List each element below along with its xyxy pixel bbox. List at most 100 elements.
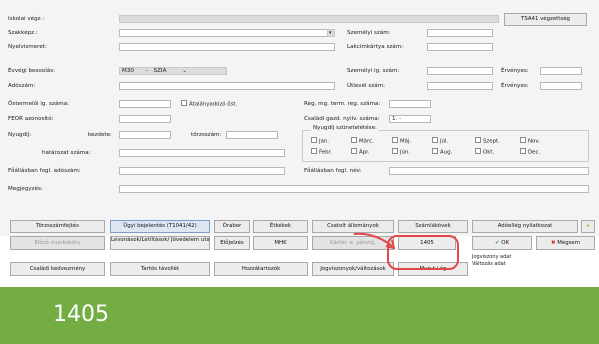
label-foallas-nev: Főállásban fogl. név: — [304, 168, 362, 174]
ervenyes-1-field[interactable] — [540, 67, 582, 75]
label-szemelyi-ig: Személyi ig. szám: — [347, 68, 400, 74]
label-nyugdij: Nyugdíj: — [8, 132, 32, 138]
month-checkbox[interactable]: Júl. — [432, 137, 448, 146]
iskolai-vegz-field[interactable] — [119, 15, 499, 23]
checkbox-box — [311, 137, 317, 143]
elojelzes-button[interactable]: Előjelzés — [214, 236, 250, 250]
torzsszamfejtes-button[interactable]: Törzsszámfejtés — [10, 220, 105, 233]
hatarozat-szama-field[interactable] — [119, 149, 285, 157]
month-checkbox[interactable]: Jan. — [311, 137, 329, 146]
month-checkbox[interactable]: Okt. — [475, 148, 494, 157]
label-csaladi-gazd: Családi gazd. nyilv. száma: — [304, 116, 380, 122]
szemelyi-szam-field[interactable] — [427, 29, 493, 37]
megjegyzes-field[interactable] — [119, 185, 589, 193]
nyugdij-szuneteltetes-title: Nyugdíj szünetelétése: — [311, 124, 379, 132]
label-ostermeloi-ig: Őstermelői ig. száma: — [8, 101, 70, 107]
besorolas-sep: - — [145, 68, 148, 74]
employee-form: Iskolai végz.: TSA41 végzettség Szakképz… — [0, 0, 599, 236]
feor-field[interactable] — [119, 115, 171, 123]
label-szemelyi-szam: Személyi szám: — [347, 30, 391, 36]
hozzatartozok-button[interactable]: Hozzátartozók — [214, 262, 308, 276]
szakkepz-dropdown-icon[interactable]: ▾ — [327, 29, 335, 37]
label-reg-mg-term: Reg. mg. term. reg. száma: — [304, 101, 381, 107]
foallas-adoszam-field[interactable] — [119, 167, 285, 175]
month-label: Máj. — [400, 138, 412, 145]
label-torzsszam: törzsszám: — [191, 132, 222, 138]
adoelleg-nyilatkozat-button[interactable]: Adóellég nyilatkozat — [472, 220, 578, 233]
month-label: Júl. — [440, 138, 449, 145]
megsem-button[interactable]: ✖ Mégsem — [536, 236, 595, 250]
label-megjegyzes: Megjegyzés: — [8, 186, 43, 192]
arrow-icon — [353, 232, 396, 250]
month-checkbox[interactable]: Márc. — [351, 137, 374, 146]
jogviszony-adat-note: Jogviszony adat — [472, 254, 512, 260]
adoszam-field[interactable] — [119, 82, 335, 90]
atalanyadozo-checkbox[interactable]: Átalányadózó őst. — [181, 100, 237, 109]
month-label: Szept. — [483, 138, 500, 145]
checkbox-box — [520, 137, 526, 143]
csaladi-gazd-field[interactable]: 1. - — [389, 115, 431, 123]
valtozas-adat-note: Változás adat — [472, 261, 506, 267]
lakcimkartya-field[interactable] — [427, 43, 493, 51]
label-evvegi-besorolas: Évvégi besoolás: — [8, 68, 56, 74]
checkbox-box — [432, 148, 438, 154]
ervenyes-2-field[interactable] — [540, 82, 582, 90]
add-button[interactable]: + — [581, 220, 595, 233]
csaladi-kedvezmeny-button[interactable]: Családi kedvezmény — [10, 262, 105, 276]
atalanyadozo-label: Átalányadózó őst. — [189, 101, 238, 108]
ugyi-bejelentes-button[interactable]: Ügyi bejelentés (T1041/42) — [110, 220, 210, 233]
ostermeloi-ig-field[interactable] — [119, 100, 171, 108]
jogviszonyok-button[interactable]: Jogviszonyok/változások — [312, 262, 394, 276]
reg-mg-term-field[interactable] — [389, 100, 431, 108]
month-label: Márc. — [359, 138, 374, 145]
checkbox-box — [475, 137, 481, 143]
close-icon: ✖ — [550, 240, 556, 246]
month-checkbox[interactable]: Szept. — [475, 137, 500, 146]
month-checkbox[interactable]: Dec. — [520, 148, 540, 157]
foallas-nev-field[interactable] — [389, 167, 589, 175]
month-checkbox[interactable]: Ápr. — [351, 148, 370, 157]
label-utlevel: Útlevél szám: — [347, 83, 385, 89]
tsa41-vegzettseg-button[interactable]: TSA41 végzettség — [504, 13, 587, 26]
checkbox-box — [475, 148, 481, 154]
kezdete-field[interactable] — [119, 131, 171, 139]
month-label: Jan. — [319, 138, 330, 145]
oraber-button[interactable]: Óraber — [214, 220, 250, 233]
torzsszam-field[interactable] — [226, 131, 278, 139]
month-label: Okt. — [483, 149, 495, 156]
month-label: Ápr. — [359, 149, 370, 156]
ok-label: OK — [501, 240, 510, 246]
nyelvismeret-field[interactable] — [119, 43, 335, 51]
checkbox-box — [351, 148, 357, 154]
month-checkbox[interactable]: Febr. — [311, 148, 332, 157]
szemelyi-ig-field[interactable] — [427, 67, 493, 75]
elozo-munkakory-button[interactable]: Előző munkaköry — [10, 236, 105, 250]
month-checkbox[interactable]: Nov. — [520, 137, 540, 146]
tartos-tavollet-button[interactable]: Tartós távollét — [110, 262, 210, 276]
label-feor: FEOR azonosító: — [8, 116, 54, 122]
month-checkbox[interactable]: Máj. — [392, 137, 411, 146]
etkekek-button[interactable]: Étkékek — [253, 220, 308, 233]
ok-button[interactable]: ✔ OK — [472, 236, 532, 250]
footer-number: 1405 — [53, 302, 109, 327]
checkbox-box — [392, 148, 398, 154]
besorolas-code1: M30 — [122, 68, 134, 74]
besorolas-select[interactable]: M30 - SZIA ⌄ — [119, 67, 227, 75]
mhk-button[interactable]: MHK — [253, 236, 308, 250]
label-nyelvismeret: Nyelvismeret: — [8, 44, 47, 50]
checkbox-box — [351, 137, 357, 143]
label-kezdete: kezdete: — [88, 132, 112, 138]
month-label: Aug. — [440, 149, 453, 156]
checkbox-box — [392, 137, 398, 143]
label-szakkepz: Szakképz.: — [8, 30, 38, 36]
month-checkbox[interactable]: Aug. — [432, 148, 452, 157]
label-foallas-adoszam: Főállásban fogl. adószám: — [8, 168, 81, 174]
szakkepz-field[interactable] — [119, 29, 335, 37]
month-checkbox[interactable]: Jún. — [392, 148, 410, 157]
levonasok-button[interactable]: Levonások/Letiltások/ Jövedelem utalás — [110, 236, 210, 250]
checkbox-box — [432, 137, 438, 143]
label-hatarozat-szama: határozat száma: — [42, 150, 91, 156]
month-label: Jún. — [400, 149, 411, 156]
checkmark-icon: ✔ — [494, 240, 500, 246]
utlevel-field[interactable] — [427, 82, 493, 90]
